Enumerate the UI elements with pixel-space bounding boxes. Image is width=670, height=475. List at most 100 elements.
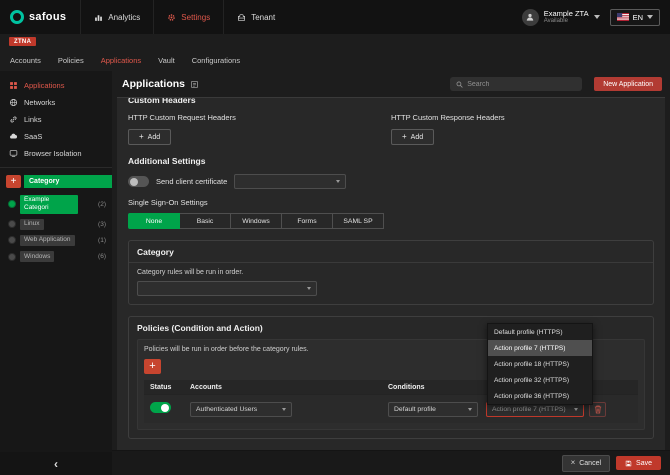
safous-logo[interactable]: safous [0, 0, 80, 34]
client-cert-select[interactable] [234, 174, 346, 189]
user-status: Available [544, 18, 589, 25]
policy-status-cell [150, 400, 190, 418]
sidebar-item-label: Browser Isolation [24, 149, 82, 158]
topbar-right: Example ZTA Available EN [522, 0, 670, 34]
policy-accounts-cell: Authenticated Users [190, 402, 388, 417]
nav-tenant[interactable]: Tenant [223, 0, 288, 34]
sso-option-saml-sp[interactable]: SAML SP [332, 213, 384, 229]
save-button[interactable]: Save [616, 456, 661, 470]
ztna-row: ZTNA [0, 34, 670, 49]
dropdown-option-action-profile-7[interactable]: Action profile 7 (HTTPS) [488, 340, 592, 356]
trash-icon [594, 405, 602, 414]
add-policy-button[interactable]: + [144, 359, 161, 374]
add-button-label: Add [411, 134, 423, 141]
cancel-button[interactable]: × Cancel [562, 455, 610, 472]
dropdown-option-action-profile-32[interactable]: Action profile 32 (HTTPS) [488, 372, 592, 388]
request-headers-column: HTTP Custom Request Headers + Add [128, 113, 391, 145]
bar-chart-icon [94, 13, 103, 22]
new-application-button[interactable]: New Application [594, 77, 662, 91]
gear-icon [167, 13, 176, 22]
nav-analytics[interactable]: Analytics [80, 0, 153, 34]
sidebar-item-applications[interactable]: Applications [0, 77, 112, 94]
additional-settings-title: Additional Settings [128, 156, 654, 166]
user-menu[interactable]: Example ZTA Available [522, 9, 600, 26]
add-button-label: Add [148, 134, 160, 141]
tab-vault[interactable]: Vault [158, 56, 175, 65]
sidebar: Applications Networks Links SaaS Browser… [0, 71, 112, 475]
policy-action-value: Action profile 7 (HTTPS) [492, 406, 570, 413]
nav-analytics-label: Analytics [108, 13, 140, 22]
category-item-linux[interactable]: Linux (3) [0, 216, 112, 232]
chevron-down-icon [336, 180, 340, 183]
category-dot-icon [8, 253, 16, 261]
custom-headers-columns: HTTP Custom Request Headers + Add HTTP C… [128, 113, 654, 145]
client-cert-toggle[interactable] [128, 176, 149, 187]
page-title: Applications [122, 78, 185, 90]
dropdown-option-action-profile-36[interactable]: Action profile 36 (HTTPS) [488, 388, 592, 404]
sidebar-item-browser-isolation[interactable]: Browser Isolation [0, 145, 112, 162]
sso-option-none[interactable]: None [128, 213, 180, 229]
category-section-description: Category rules will be run in order. [137, 269, 645, 276]
sso-option-basic[interactable]: Basic [179, 213, 231, 229]
nav-settings[interactable]: Settings [153, 0, 223, 34]
cancel-label: Cancel [579, 460, 601, 467]
category-item-web-application[interactable]: Web Application (1) [0, 232, 112, 248]
policy-status-toggle[interactable] [150, 402, 171, 413]
tab-accounts[interactable]: Accounts [10, 56, 41, 65]
status-column-header: Status [150, 384, 190, 391]
plus-icon: + [402, 133, 407, 141]
search-input[interactable] [467, 81, 576, 88]
globe-icon [9, 98, 18, 107]
search-icon [456, 81, 463, 88]
sso-options-group: None Basic Windows Forms SAML SP [128, 213, 654, 229]
search-box[interactable] [450, 77, 582, 91]
add-category-button[interactable]: + [6, 175, 21, 188]
policy-conditions-select[interactable]: Default profile [388, 402, 478, 417]
sso-option-forms[interactable]: Forms [281, 213, 333, 229]
category-header-row: + Category [0, 175, 112, 188]
sidebar-item-networks[interactable]: Networks [0, 94, 112, 111]
category-header-label: Category [24, 175, 112, 188]
tab-configurations[interactable]: Configurations [192, 56, 240, 65]
plus-icon: + [149, 361, 155, 372]
language-selector[interactable]: EN [610, 9, 660, 26]
conditions-column-header: Conditions [388, 384, 486, 391]
tab-applications[interactable]: Applications [101, 56, 141, 65]
safous-logo-icon [10, 10, 24, 24]
category-item-example[interactable]: Example Categori (2) [0, 192, 112, 216]
dropdown-option-action-profile-18[interactable]: Action profile 18 (HTTPS) [488, 356, 592, 372]
sidebar-item-label: Links [24, 115, 42, 124]
category-label: Web Application [20, 235, 75, 246]
nav-tenant-label: Tenant [251, 13, 275, 22]
sidebar-collapse-button[interactable]: ‹ [0, 452, 112, 475]
plus-icon: + [139, 133, 144, 141]
category-item-windows[interactable]: Windows (6) [0, 249, 112, 265]
category-dot-icon [8, 236, 16, 244]
policy-accounts-select[interactable]: Authenticated Users [190, 402, 292, 417]
chevron-down-icon [574, 408, 578, 411]
sso-option-windows[interactable]: Windows [230, 213, 282, 229]
sidebar-item-saas[interactable]: SaaS [0, 128, 112, 145]
category-count: (2) [98, 201, 106, 208]
category-label: Windows [20, 251, 54, 262]
sidebar-item-links[interactable]: Links [0, 111, 112, 128]
tab-policies[interactable]: Policies [58, 56, 84, 65]
chevron-down-icon [647, 15, 653, 19]
add-request-header-button[interactable]: + Add [128, 129, 171, 145]
plus-icon: + [11, 177, 17, 187]
dropdown-option-default-profile[interactable]: Default profile (HTTPS) [488, 324, 592, 340]
nav-settings-label: Settings [181, 13, 210, 22]
policy-conditions-cell: Default profile [388, 402, 486, 417]
main-header: Applications New Application [112, 71, 670, 97]
category-count: (6) [98, 253, 106, 260]
category-dot-icon [8, 220, 16, 228]
action-profile-dropdown: Default profile (HTTPS) Action profile 7… [487, 323, 593, 405]
client-cert-row: Send client certificate [128, 174, 654, 189]
logo-text: safous [29, 11, 66, 23]
add-response-header-button[interactable]: + Add [391, 129, 434, 145]
request-headers-label: HTTP Custom Request Headers [128, 113, 391, 122]
custom-headers-title: Custom Headers [128, 97, 654, 105]
chevron-down-icon [594, 15, 600, 19]
sidebar-item-label: SaaS [24, 132, 42, 141]
category-rules-select[interactable] [137, 281, 317, 296]
